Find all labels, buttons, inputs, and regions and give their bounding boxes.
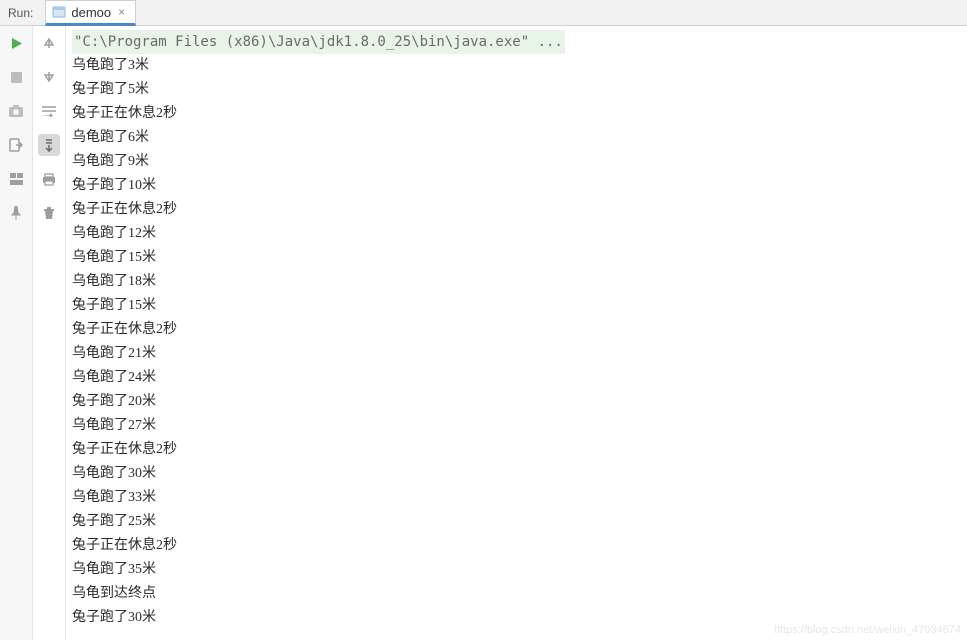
output-line: 乌龟跑了33米 <box>72 486 961 510</box>
output-line: 兔子跑了15米 <box>72 294 961 318</box>
camera-icon[interactable] <box>5 100 27 122</box>
java-app-icon <box>52 5 66 19</box>
tab-label: demoo <box>71 5 111 20</box>
output-line: 乌龟跑了24米 <box>72 366 961 390</box>
exit-icon[interactable] <box>5 134 27 156</box>
command-line: "C:\Program Files (x86)\Java\jdk1.8.0_25… <box>72 30 565 54</box>
output-line: 乌龟跑了35米 <box>72 558 961 582</box>
output-line: 兔子正在休息2秒 <box>72 438 961 462</box>
console-toolbar <box>33 26 66 640</box>
print-icon[interactable] <box>38 168 60 190</box>
output-line: 兔子跑了10米 <box>72 174 961 198</box>
stop-icon[interactable] <box>5 66 27 88</box>
output-line: 兔子正在休息2秒 <box>72 318 961 342</box>
output-line: 乌龟跑了12米 <box>72 222 961 246</box>
output-line: 兔子跑了5米 <box>72 78 961 102</box>
run-icon[interactable] <box>5 32 27 54</box>
output-line: 乌龟跑了15米 <box>72 246 961 270</box>
run-label: Run: <box>8 6 45 20</box>
output-line: 乌龟跑了9米 <box>72 150 961 174</box>
run-tab[interactable]: demoo × <box>45 0 136 26</box>
close-icon[interactable]: × <box>116 6 127 18</box>
output-line: 乌龟跑了18米 <box>72 270 961 294</box>
up-icon[interactable] <box>38 32 60 54</box>
output-line: 乌龟跑了6米 <box>72 126 961 150</box>
output-line: 兔子跑了20米 <box>72 390 961 414</box>
output-line: 兔子正在休息2秒 <box>72 534 961 558</box>
output-line: 乌龟跑了21米 <box>72 342 961 366</box>
output-line: 乌龟到达终点 <box>72 582 961 606</box>
output-line: 兔子跑了25米 <box>72 510 961 534</box>
output-line: 乌龟跑了27米 <box>72 414 961 438</box>
tool-window-header: Run: demoo × <box>0 0 967 26</box>
output-line: 兔子正在休息2秒 <box>72 198 961 222</box>
trash-icon[interactable] <box>38 202 60 224</box>
output-line: 兔子正在休息2秒 <box>72 102 961 126</box>
console-output[interactable]: "C:\Program Files (x86)\Java\jdk1.8.0_25… <box>66 26 967 640</box>
output-line: 乌龟跑了30米 <box>72 462 961 486</box>
output-line: 乌龟跑了3米 <box>72 54 961 78</box>
run-toolbar-left <box>0 26 33 640</box>
layout-icon[interactable] <box>5 168 27 190</box>
scroll-to-end-icon[interactable] <box>38 134 60 156</box>
pin-icon[interactable] <box>5 202 27 224</box>
down-icon[interactable] <box>38 66 60 88</box>
tool-window-body: "C:\Program Files (x86)\Java\jdk1.8.0_25… <box>0 26 967 640</box>
soft-wrap-icon[interactable] <box>38 100 60 122</box>
output-line: 兔子跑了30米 <box>72 606 961 630</box>
